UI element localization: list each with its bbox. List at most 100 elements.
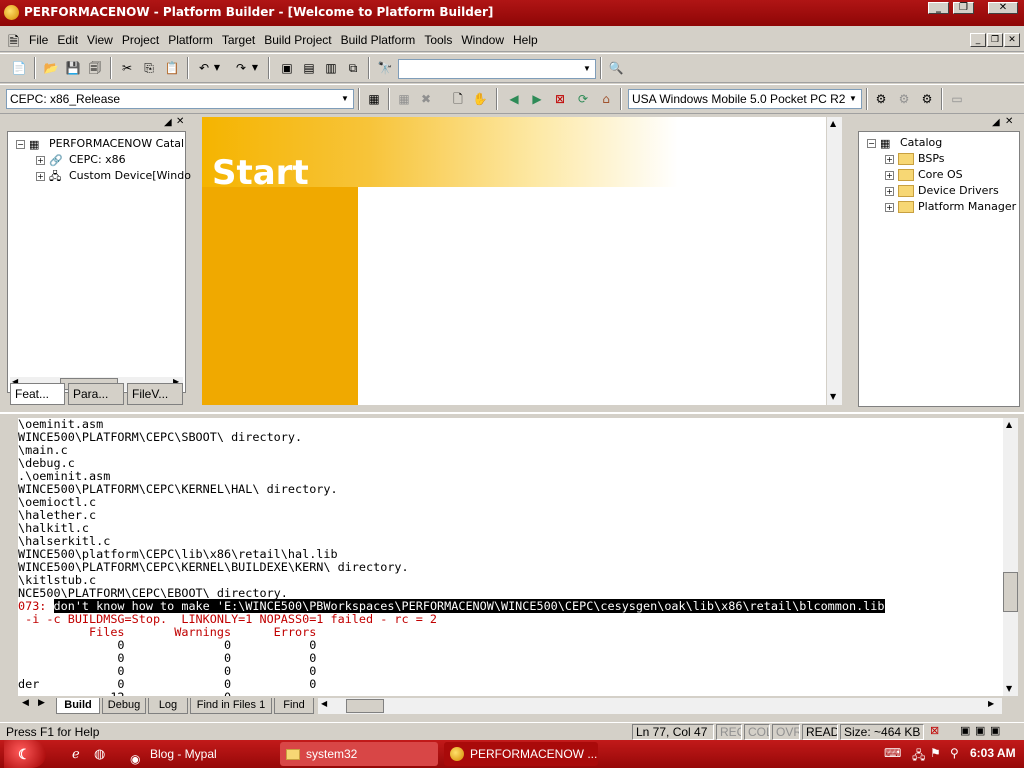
copy-icon[interactable]: ⎘ <box>140 59 158 77</box>
pane-close-icon[interactable]: ✕ <box>1005 116 1013 127</box>
save-all-icon[interactable]: 🗐 <box>86 59 104 77</box>
mdi-minimize-button[interactable]: _ <box>970 33 986 47</box>
menu-help[interactable]: Help <box>510 33 541 47</box>
menu-file[interactable]: File <box>26 33 51 47</box>
close-button[interactable]: ✕ <box>988 2 1018 14</box>
expand-icon[interactable]: + <box>885 170 894 180</box>
menu-window[interactable]: Window <box>458 33 507 47</box>
expand-icon[interactable]: + <box>36 171 45 181</box>
menu-build-project[interactable]: Build Project <box>261 33 334 47</box>
stop-icon[interactable]: ⊠ <box>551 90 569 108</box>
catalog-item-bsps[interactable]: + BSPs <box>885 151 945 167</box>
status-window-icon[interactable]: ▣ <box>990 724 1000 737</box>
pin-icon[interactable]: ◢ <box>992 117 1000 128</box>
attach-device-icon[interactable]: ✋ <box>471 90 489 108</box>
menu-project[interactable]: Project <box>119 33 162 47</box>
undo-dropdown-icon[interactable]: ▼ <box>212 59 222 77</box>
open-folder-icon[interactable]: 📂 <box>42 59 60 77</box>
expand-icon[interactable]: + <box>885 202 894 212</box>
clock[interactable]: 6:03 AM <box>970 746 1016 760</box>
expand-icon[interactable]: + <box>885 154 894 164</box>
menu-build-platform[interactable]: Build Platform <box>338 33 419 47</box>
windows-list-icon[interactable]: ▥ <box>322 59 340 77</box>
chevron-down-icon[interactable]: ▼ <box>579 60 595 78</box>
device-combo[interactable]: USA Windows Mobile 5.0 Pocket PC R2 Em ▼ <box>628 89 862 109</box>
workspace-tree-view[interactable]: − ▦ PERFORMACENOW Catal + 🔗 CEPC: x86 + 🖧 Cust… <box>7 131 191 393</box>
keyboard-tray-icon[interactable]: ⌨ <box>884 746 901 760</box>
search-tray-icon[interactable]: ⚲ <box>950 746 959 760</box>
pane-close-icon[interactable]: ✕ <box>176 116 184 127</box>
tree-node-cepc[interactable]: + 🔗 CEPC: x86 <box>36 152 126 168</box>
scroll-up-icon[interactable]: ▲ <box>1006 420 1012 429</box>
scrollbar-thumb[interactable] <box>1003 572 1018 612</box>
tab-parameters[interactable]: Para... <box>68 383 124 405</box>
scroll-down-icon[interactable]: ▼ <box>1006 684 1012 693</box>
task-performacenow[interactable]: PERFORMACENOW ... <box>444 742 598 766</box>
task-blog-mypal[interactable]: ◉ Blog - Mypal <box>124 742 274 766</box>
minimize-button[interactable]: _ <box>928 2 949 14</box>
app-icon[interactable] <box>4 5 19 20</box>
menu-tools[interactable]: Tools <box>421 33 455 47</box>
scroll-left-icon[interactable]: ◀ <box>321 699 327 708</box>
menu-target[interactable]: Target <box>219 33 258 47</box>
menu-view[interactable]: View <box>84 33 116 47</box>
configuration-combo[interactable]: CEPC: x86_Release ▼ <box>6 89 354 109</box>
menu-platform[interactable]: Platform <box>165 33 216 47</box>
save-icon[interactable]: 💾 <box>64 59 82 77</box>
chevron-down-icon[interactable]: ▼ <box>337 90 353 108</box>
output-window-icon[interactable]: ▤ <box>300 59 318 77</box>
new-icon[interactable]: 📄 <box>10 59 28 77</box>
network-tray-icon[interactable]: 🖧 <box>912 746 925 767</box>
new-window-icon[interactable]: ⧉ <box>344 59 362 77</box>
tab-fileview[interactable]: FileV... <box>127 383 183 405</box>
catalog-filter-icon[interactable]: ⚙ <box>872 90 890 108</box>
redo-dropdown-icon[interactable]: ▼ <box>250 59 260 77</box>
scroll-right-icon[interactable]: ▶ <box>988 699 994 708</box>
catalog-item-core-os[interactable]: + Core OS <box>885 167 963 183</box>
catalog-add-icon[interactable]: ⚙ <box>895 90 913 108</box>
catalog-item-platform-manager[interactable]: + Platform Manager <box>885 199 1016 215</box>
paste-icon[interactable]: 📋 <box>163 59 181 77</box>
status-window-icon[interactable]: ▣ <box>975 724 985 737</box>
home-icon[interactable]: ⌂ <box>597 90 615 108</box>
pin-icon[interactable]: ◢ <box>164 117 172 128</box>
refresh-icon[interactable]: ⟳ <box>574 90 592 108</box>
scroll-down-icon[interactable]: ▼ <box>830 392 836 401</box>
stop-build-icon[interactable]: ✖ <box>417 90 435 108</box>
catalog-root[interactable]: − ▦ Catalog <box>867 135 942 151</box>
cut-icon[interactable]: ✂ <box>118 59 136 77</box>
tab-features[interactable]: Feat... <box>10 383 65 405</box>
mdi-close-button[interactable]: ✕ <box>1004 33 1020 47</box>
document-icon[interactable]: 🗎 <box>8 31 24 50</box>
target-device-icon[interactable]: ▭ <box>948 90 966 108</box>
catalog-tree-view[interactable]: − ▦ Catalog + BSPs + Core OS + Device Drivers… <box>858 131 1020 407</box>
tab-find[interactable]: Find <box>274 698 314 714</box>
find-combo[interactable]: ▼ <box>398 59 596 79</box>
chevron-down-icon[interactable]: ▼ <box>845 90 861 108</box>
status-error-icon[interactable]: ⊠ <box>930 724 939 737</box>
tab-build[interactable]: Build <box>56 698 100 714</box>
browser-quicklaunch-icon[interactable]: ◍ <box>94 746 105 762</box>
output-vertical-scrollbar[interactable]: ▲ ▼ <box>1003 418 1018 696</box>
task-system32[interactable]: system32 <box>280 742 438 766</box>
scroll-up-icon[interactable]: ▲ <box>830 119 836 128</box>
catalog-item-device-drivers[interactable]: + Device Drivers <box>885 183 999 199</box>
redo-icon[interactable]: ↷ <box>232 59 250 77</box>
catalog-remove-icon[interactable]: ⚙ <box>918 90 936 108</box>
tree-node-root[interactable]: − ▦ PERFORMACENOW Catal <box>16 136 184 152</box>
download-icon[interactable]: 🗋 <box>449 90 467 108</box>
forward-arrow-icon[interactable]: ▶ <box>528 90 546 108</box>
internet-explorer-icon[interactable]: ℯ <box>72 746 80 762</box>
build-output-text[interactable]: \oeminit.asm WINCE500\PLATFORM\CEPC\SBOOT… <box>18 418 1003 696</box>
shield-tray-icon[interactable]: ⚑ <box>930 746 941 760</box>
undo-icon[interactable]: ↶ <box>195 59 213 77</box>
scrollbar-thumb[interactable] <box>346 699 384 713</box>
tab-find-in-files-1[interactable]: Find in Files 1 <box>190 698 272 714</box>
output-horizontal-scrollbar[interactable]: ◀ ▶ <box>318 698 1002 714</box>
expand-icon[interactable]: + <box>885 186 894 196</box>
find-binoculars-icon[interactable]: 🔍 <box>607 59 625 77</box>
maximize-button[interactable]: ❐ <box>953 2 974 14</box>
tab-scroll-right-icon[interactable]: ▶ <box>38 698 45 708</box>
status-window-icon[interactable]: ▣ <box>960 724 970 737</box>
tab-debug[interactable]: Debug <box>102 698 146 714</box>
